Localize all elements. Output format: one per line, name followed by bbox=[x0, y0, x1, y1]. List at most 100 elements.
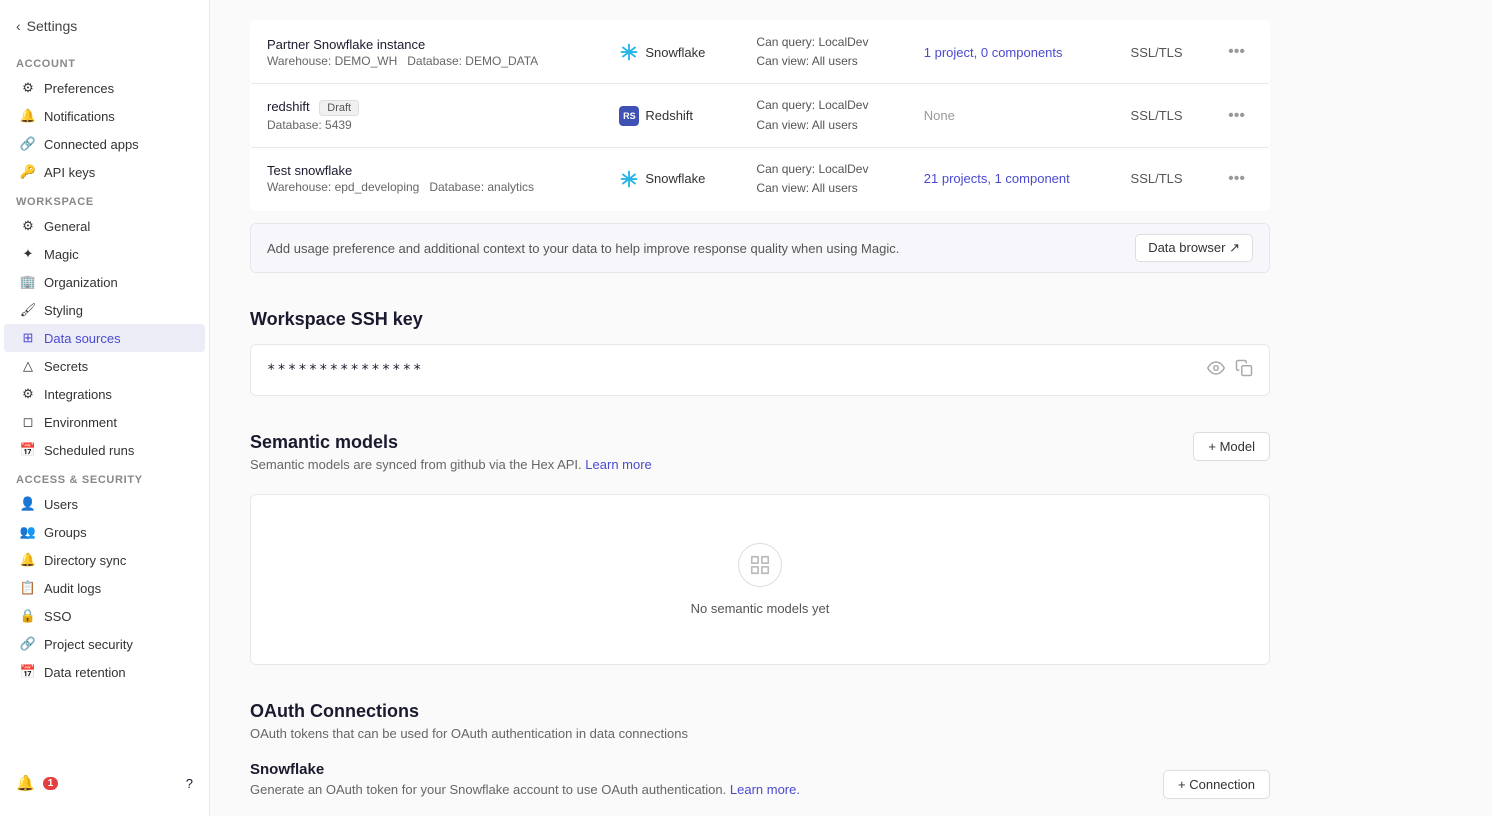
sidebar-item-label: Environment bbox=[44, 415, 117, 430]
table-row: Test snowflake Warehouse: epd_developing… bbox=[251, 147, 1270, 210]
table-row: redshift Draft Database: 5439 RS Redshif… bbox=[251, 84, 1270, 147]
ds-type-cell: RS Redshift bbox=[603, 84, 740, 147]
secrets-icon: △ bbox=[20, 358, 36, 374]
ds-perms-cell: Can query: LocalDevCan view: All users bbox=[740, 84, 907, 147]
bell-icon[interactable]: 🔔 bbox=[16, 774, 35, 792]
sidebar-item-api-keys[interactable]: 🔑 API keys bbox=[4, 158, 205, 186]
ds-enc-cell: SSL/TLS bbox=[1115, 21, 1213, 84]
sidebar-item-label: Data retention bbox=[44, 665, 126, 680]
account-section-label: ACCOUNT bbox=[0, 48, 209, 74]
sidebar: ‹ Settings ACCOUNT ⚙ Preferences 🔔 Notif… bbox=[0, 0, 210, 816]
sidebar-item-general[interactable]: ⚙ General bbox=[4, 212, 205, 240]
sidebar-item-label: Integrations bbox=[44, 387, 112, 402]
redshift-icon: RS bbox=[619, 106, 639, 126]
row-menu-button[interactable]: ••• bbox=[1228, 43, 1245, 60]
sidebar-item-label: API keys bbox=[44, 165, 95, 180]
semantic-models-empty-text: No semantic models yet bbox=[691, 601, 830, 616]
sidebar-item-directory-sync[interactable]: 🔔 Directory sync bbox=[4, 546, 205, 574]
oauth-snowflake-header-row: Snowflake Generate an OAuth token for yo… bbox=[250, 757, 1270, 811]
back-button[interactable]: ‹ Settings bbox=[0, 12, 209, 48]
sidebar-item-label: Connected apps bbox=[44, 137, 139, 152]
ds-perms-cell: Can query: LocalDevCan view: All users bbox=[740, 147, 907, 210]
audit-logs-icon: 📋 bbox=[20, 580, 36, 596]
semantic-models-empty-state: No semantic models yet bbox=[250, 494, 1270, 665]
directory-sync-icon: 🔔 bbox=[20, 552, 36, 568]
sidebar-item-magic[interactable]: ✦ Magic bbox=[4, 240, 205, 268]
row-menu-button[interactable]: ••• bbox=[1228, 107, 1245, 124]
oauth-description: OAuth tokens that can be used for OAuth … bbox=[250, 726, 1270, 741]
ds-usage-cell: None bbox=[908, 84, 1115, 147]
workspace-section-label: WORKSPACE bbox=[0, 186, 209, 212]
sidebar-item-label: Preferences bbox=[44, 81, 114, 96]
add-model-button[interactable]: + Model bbox=[1193, 432, 1270, 461]
sidebar-item-label: Project security bbox=[44, 637, 133, 652]
sidebar-item-data-retention[interactable]: 📅 Data retention bbox=[4, 658, 205, 686]
ds-enc-cell: SSL/TLS bbox=[1115, 147, 1213, 210]
sidebar-item-scheduled-runs[interactable]: 📅 Scheduled runs bbox=[4, 436, 205, 464]
sidebar-item-label: SSO bbox=[44, 609, 71, 624]
back-label: Settings bbox=[27, 18, 78, 34]
sidebar-item-notifications[interactable]: 🔔 Notifications bbox=[4, 102, 205, 130]
ds-type-cell: Snowflake bbox=[603, 21, 740, 84]
ds-usage-cell: 1 project, 0 components bbox=[908, 21, 1115, 84]
sidebar-item-project-security[interactable]: 🔗 Project security bbox=[4, 630, 205, 658]
oauth-snowflake-title: Snowflake bbox=[250, 761, 800, 778]
sidebar-item-label: Styling bbox=[44, 303, 83, 318]
access-section-label: ACCESS & SECURITY bbox=[0, 464, 209, 490]
scheduled-runs-icon: 📅 bbox=[20, 442, 36, 458]
notifications-icon: 🔔 bbox=[20, 108, 36, 124]
add-connection-button[interactable]: + Connection bbox=[1163, 770, 1270, 799]
sidebar-item-environment[interactable]: ◻ Environment bbox=[4, 408, 205, 436]
sidebar-item-data-sources[interactable]: ⊞ Data sources bbox=[4, 324, 205, 352]
notice-text: Add usage preference and additional cont… bbox=[267, 241, 899, 256]
sidebar-item-label: Organization bbox=[44, 275, 118, 290]
sidebar-item-sso[interactable]: 🔒 SSO bbox=[4, 602, 205, 630]
sidebar-item-label: Scheduled runs bbox=[44, 443, 134, 458]
ssh-key-value: *************** bbox=[267, 362, 423, 378]
ds-enc-cell: SSL/TLS bbox=[1115, 84, 1213, 147]
show-ssh-key-button[interactable] bbox=[1207, 359, 1225, 381]
project-security-icon: 🔗 bbox=[20, 636, 36, 652]
sidebar-item-groups[interactable]: 👥 Groups bbox=[4, 518, 205, 546]
semantic-models-header: Semantic models Semantic models are sync… bbox=[250, 432, 1270, 488]
sidebar-item-users[interactable]: 👤 Users bbox=[4, 490, 205, 518]
organization-icon: 🏢 bbox=[20, 274, 36, 290]
help-icon[interactable]: ? bbox=[186, 776, 193, 791]
datasources-table: Partner Snowflake instance Warehouse: DE… bbox=[250, 20, 1270, 211]
sidebar-item-integrations[interactable]: ⚙ Integrations bbox=[4, 380, 205, 408]
data-browser-button[interactable]: Data browser ↗ bbox=[1135, 234, 1253, 262]
ssh-section: Workspace SSH key *************** bbox=[250, 309, 1270, 396]
sidebar-item-label: Groups bbox=[44, 525, 87, 540]
snowflake-learn-more-link[interactable]: Learn more. bbox=[730, 782, 800, 797]
ds-menu-cell: ••• bbox=[1212, 21, 1269, 84]
ssh-key-box: *************** bbox=[250, 344, 1270, 396]
learn-more-link[interactable]: Learn more bbox=[585, 457, 651, 472]
sidebar-item-organization[interactable]: 🏢 Organization bbox=[4, 268, 205, 296]
sidebar-bottom: 🔔 1 ? bbox=[0, 762, 209, 804]
ds-type-cell: Snowflake bbox=[603, 147, 740, 210]
copy-ssh-key-button[interactable] bbox=[1235, 359, 1253, 381]
ds-menu-cell: ••• bbox=[1212, 84, 1269, 147]
sso-icon: 🔒 bbox=[20, 608, 36, 624]
oauth-title: OAuth Connections bbox=[250, 701, 1270, 722]
table-row: Partner Snowflake instance Warehouse: DE… bbox=[251, 21, 1270, 84]
ds-menu-cell: ••• bbox=[1212, 147, 1269, 210]
ds-perms-cell: Can query: LocalDevCan view: All users bbox=[740, 21, 907, 84]
magic-icon: ✦ bbox=[20, 246, 36, 262]
semantic-models-title: Semantic models bbox=[250, 432, 652, 453]
sidebar-item-label: Data sources bbox=[44, 331, 121, 346]
ds-name-cell: Partner Snowflake instance Warehouse: DE… bbox=[251, 21, 604, 84]
notification-badge: 1 bbox=[43, 777, 59, 790]
row-menu-button[interactable]: ••• bbox=[1228, 170, 1245, 187]
sidebar-item-label: Users bbox=[44, 497, 78, 512]
main-content: Partner Snowflake instance Warehouse: DE… bbox=[210, 0, 1492, 816]
sidebar-item-secrets[interactable]: △ Secrets bbox=[4, 352, 205, 380]
sidebar-item-preferences[interactable]: ⚙ Preferences bbox=[4, 74, 205, 102]
sidebar-item-styling[interactable]: 🖌 Styling bbox=[4, 296, 205, 324]
data-retention-icon: 📅 bbox=[20, 664, 36, 680]
sidebar-item-audit-logs[interactable]: 📋 Audit logs bbox=[4, 574, 205, 602]
preferences-icon: ⚙ bbox=[20, 80, 36, 96]
sidebar-item-connected-apps[interactable]: 🔗 Connected apps bbox=[4, 130, 205, 158]
sidebar-item-label: Directory sync bbox=[44, 553, 126, 568]
sidebar-item-label: Notifications bbox=[44, 109, 115, 124]
